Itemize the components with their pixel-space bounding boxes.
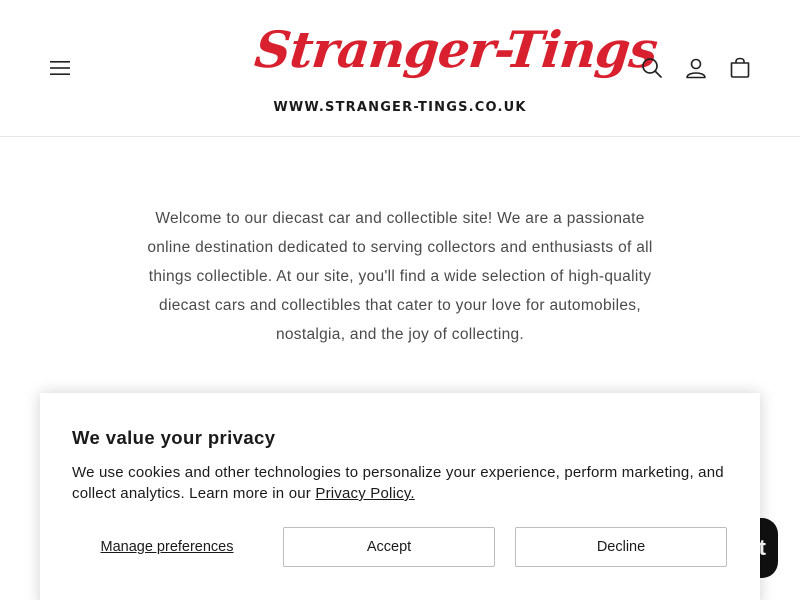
- search-icon: [642, 58, 662, 78]
- decline-button[interactable]: Decline: [515, 527, 727, 567]
- accept-button[interactable]: Accept: [283, 527, 495, 567]
- intro-text: Welcome to our diecast car and collectib…: [147, 210, 653, 343]
- account-icon: [686, 58, 706, 79]
- cart-button[interactable]: [724, 52, 756, 84]
- site-logo[interactable]: Stranger-Tings WWW.STRANGER-TINGS.CO.UK: [252, 10, 660, 125]
- cookie-description: We use cookies and other technologies to…: [72, 462, 732, 504]
- menu-button[interactable]: [44, 52, 76, 84]
- logo-url: WWW.STRANGER-TINGS.CO.UK: [273, 100, 527, 115]
- site-header: Stranger-Tings WWW.STRANGER-TINGS.CO.UK: [0, 0, 800, 137]
- logo-wordmark: Stranger-Tings: [251, 20, 660, 79]
- manage-preferences-link[interactable]: Manage preferences: [72, 527, 262, 567]
- menu-icon: [50, 61, 70, 75]
- cookie-actions: Manage preferences Accept Decline: [72, 527, 728, 567]
- privacy-policy-link[interactable]: Privacy Policy.: [315, 485, 414, 502]
- cookie-title: We value your privacy: [72, 427, 276, 448]
- cart-icon: [730, 57, 750, 78]
- cookie-banner: We value your privacy We use cookies and…: [40, 393, 760, 600]
- account-button[interactable]: [680, 52, 712, 84]
- search-button[interactable]: [636, 52, 668, 84]
